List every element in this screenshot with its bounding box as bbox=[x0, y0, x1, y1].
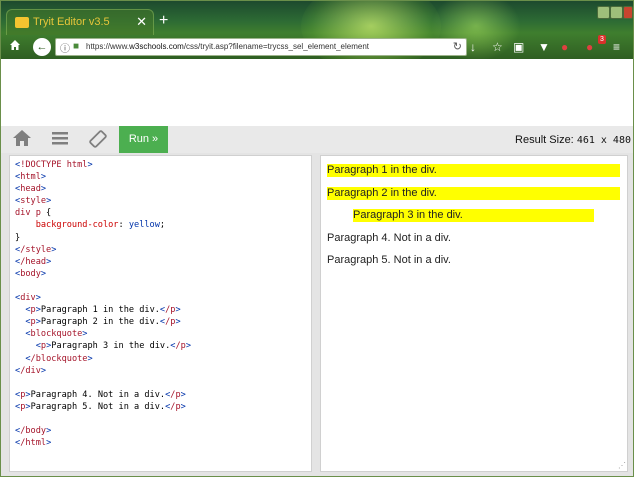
clipboard-icon[interactable]: ▣ bbox=[513, 39, 524, 55]
navigation-bar: ← ⓘ ■ https://www.w3schools.com/css/tryi… bbox=[1, 35, 633, 59]
w3schools-favicon-icon bbox=[15, 17, 29, 28]
download-icon[interactable]: ↓ bbox=[470, 39, 476, 55]
result-paragraph-3: Paragraph 3 in the div. bbox=[353, 209, 594, 222]
result-size: Result Size: 461 x 480 bbox=[515, 134, 631, 146]
code-line[interactable]: </style> bbox=[15, 244, 306, 256]
code-line[interactable]: </head> bbox=[15, 256, 306, 268]
code-line[interactable]: <p>Paragraph 3 in the div.</p> bbox=[15, 340, 306, 352]
result-paragraph-1: Paragraph 1 in the div. bbox=[327, 164, 620, 177]
menu-icon[interactable]: ≡ bbox=[613, 39, 620, 55]
home-icon[interactable] bbox=[10, 129, 34, 151]
browser-window: Tryit Editor v3.5 ✕ + ← ⓘ ■ https://www.… bbox=[0, 0, 634, 477]
code-line[interactable]: </blockquote> bbox=[15, 353, 306, 365]
code-line[interactable]: </div> bbox=[15, 365, 306, 377]
rotate-icon[interactable] bbox=[86, 129, 110, 151]
code-line[interactable]: <div> bbox=[15, 292, 306, 304]
code-line[interactable]: div p { bbox=[15, 207, 306, 219]
code-line[interactable]: <body> bbox=[15, 268, 306, 280]
result-paragraph-5: Paragraph 5. Not in a div. bbox=[327, 254, 451, 266]
lock-icon: ■ bbox=[73, 41, 80, 52]
browser-tab[interactable]: Tryit Editor v3.5 ✕ bbox=[6, 9, 154, 35]
code-line[interactable]: <p>Paragraph 4. Not in a div.</p> bbox=[15, 389, 306, 401]
flash-icon[interactable]: ● bbox=[561, 39, 568, 55]
code-line[interactable]: <p>Paragraph 1 in the div.</p> bbox=[15, 304, 306, 316]
title-bar: Tryit Editor v3.5 ✕ + ← ⓘ ■ https://www.… bbox=[1, 1, 633, 59]
code-line[interactable]: <style> bbox=[15, 195, 306, 207]
result-paragraph-2: Paragraph 2 in the div. bbox=[327, 187, 620, 200]
url-text: https://www.w3schools.com/css/tryit.asp?… bbox=[86, 42, 370, 51]
code-line[interactable]: <p>Paragraph 5. Not in a div.</p> bbox=[15, 401, 306, 413]
addon-icon[interactable]: ● bbox=[586, 39, 593, 55]
code-line[interactable]: <p>Paragraph 2 in the div.</p> bbox=[15, 316, 306, 328]
code-line[interactable]: <blockquote> bbox=[15, 328, 306, 340]
minimize-button[interactable] bbox=[597, 6, 610, 19]
resize-grip-icon[interactable]: ⋰ bbox=[618, 461, 626, 470]
back-icon[interactable]: ← bbox=[33, 38, 51, 56]
result-size-label: Result Size: bbox=[515, 134, 574, 146]
page-content: Run » Result Size: 461 x 480 <!DOCTYPE h… bbox=[1, 59, 633, 476]
code-line[interactable]: </body> bbox=[15, 425, 306, 437]
close-window-button[interactable] bbox=[623, 6, 633, 19]
url-bar[interactable]: ⓘ ■ https://www.w3schools.com/css/tryit.… bbox=[55, 38, 467, 56]
result-frame: Paragraph 1 in the div. Paragraph 2 in t… bbox=[320, 155, 628, 472]
code-line[interactable]: } bbox=[15, 232, 306, 244]
info-icon[interactable]: ⓘ bbox=[60, 40, 70, 55]
result-paragraph-4: Paragraph 4. Not in a div. bbox=[327, 232, 451, 244]
code-line[interactable] bbox=[15, 280, 306, 292]
code-line[interactable]: background-color: yellow; bbox=[15, 219, 306, 231]
code-line[interactable] bbox=[15, 377, 306, 389]
code-editor[interactable]: <!DOCTYPE html> <html> <head> <style> div p … bbox=[9, 155, 312, 472]
code-line[interactable]: <html> bbox=[15, 171, 306, 183]
result-size-value: 461 x 480 bbox=[576, 135, 631, 146]
workspace: <!DOCTYPE html> <html> <head> <style> div p … bbox=[1, 153, 633, 476]
tab-close-icon[interactable]: ✕ bbox=[136, 14, 147, 30]
code-line[interactable] bbox=[15, 413, 306, 425]
tab-title: Tryit Editor v3.5 bbox=[33, 16, 110, 28]
pocket-icon[interactable]: ▼ bbox=[538, 39, 550, 55]
maximize-button[interactable] bbox=[610, 6, 623, 19]
code-line[interactable]: </html> bbox=[15, 437, 306, 449]
menu-icon[interactable] bbox=[48, 129, 72, 151]
code-line[interactable]: <head> bbox=[15, 183, 306, 195]
star-icon[interactable]: ☆ bbox=[492, 39, 503, 55]
reload-icon[interactable]: ↻ bbox=[453, 40, 462, 53]
home-icon[interactable] bbox=[9, 39, 21, 55]
code-text[interactable]: <!DOCTYPE html> <html> <head> <style> div p … bbox=[10, 156, 311, 452]
run-button[interactable]: Run » bbox=[119, 126, 168, 153]
tryit-toolbar: Run » Result Size: 461 x 480 bbox=[1, 126, 633, 153]
addon-badge: 3 bbox=[598, 35, 606, 44]
new-tab-button[interactable]: + bbox=[159, 13, 168, 29]
code-line[interactable]: <!DOCTYPE html> bbox=[15, 159, 306, 171]
